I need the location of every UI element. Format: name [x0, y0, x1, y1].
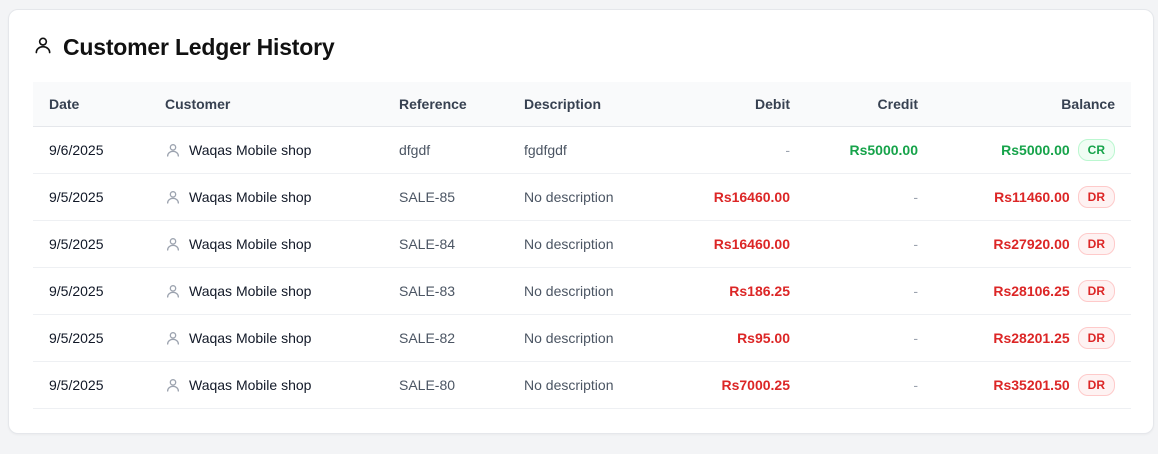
balance-type-badge: DR [1077, 233, 1115, 255]
cell-customer: Waqas Mobile shop [149, 189, 383, 205]
cell-balance: Rs5000.00 CR [934, 139, 1131, 161]
cell-reference: SALE-84 [399, 236, 456, 252]
customer-name: Waqas Mobile shop [189, 283, 312, 299]
customer-name: Waqas Mobile shop [189, 142, 312, 158]
column-header-balance[interactable]: Balance [934, 96, 1131, 112]
table-body: 9/6/2025 Waqas Mobile shop dfgdf fgdfgdf - Rs… [33, 127, 1131, 409]
cell-customer: Waqas Mobile shop [149, 377, 383, 393]
cell-debit: Rs16460.00 [713, 189, 790, 205]
cell-debit: Rs186.25 [729, 283, 790, 299]
table-header: Date Customer Reference Description Debi… [33, 82, 1131, 127]
column-header-debit[interactable]: Debit [658, 96, 806, 112]
balance-amount: Rs28106.25 [993, 283, 1070, 299]
balance-type-badge: DR [1077, 186, 1115, 208]
cell-credit: - [913, 330, 918, 346]
column-header-credit[interactable]: Credit [806, 96, 934, 112]
table-row[interactable]: 9/6/2025 Waqas Mobile shop dfgdf fgdfgdf - Rs… [33, 127, 1131, 174]
cell-debit: - [785, 142, 790, 158]
user-icon [165, 377, 181, 393]
user-icon [165, 189, 181, 205]
user-icon [165, 283, 181, 299]
cell-date: 9/5/2025 [49, 377, 104, 393]
table-row[interactable]: 9/5/2025 Waqas Mobile shop SALE-85 No descr… [33, 174, 1131, 221]
cell-balance: Rs11460.00 DR [934, 186, 1131, 208]
user-icon [165, 236, 181, 252]
balance-amount: Rs27920.00 [993, 236, 1070, 252]
table-row[interactable]: 9/5/2025 Waqas Mobile shop SALE-82 No descr… [33, 315, 1131, 362]
cell-description: fgdfgdf [524, 142, 567, 158]
column-header-date[interactable]: Date [33, 96, 149, 112]
table-row[interactable]: 9/5/2025 Waqas Mobile shop SALE-83 No descr… [33, 268, 1131, 315]
table-row[interactable]: 9/5/2025 Waqas Mobile shop SALE-84 No descr… [33, 221, 1131, 268]
page-header: Customer Ledger History [33, 34, 335, 61]
cell-date: 9/5/2025 [49, 330, 104, 346]
ledger-table: Date Customer Reference Description Debi… [33, 82, 1131, 409]
cell-description: No description [524, 189, 614, 205]
cell-reference: SALE-83 [399, 283, 456, 299]
customer-name: Waqas Mobile shop [189, 236, 312, 252]
column-header-description[interactable]: Description [508, 96, 658, 112]
cell-credit: - [913, 377, 918, 393]
cell-date: 9/5/2025 [49, 236, 104, 252]
customer-name: Waqas Mobile shop [189, 377, 312, 393]
column-header-customer[interactable]: Customer [149, 96, 383, 112]
user-icon [33, 35, 53, 60]
cell-customer: Waqas Mobile shop [149, 283, 383, 299]
cell-description: No description [524, 236, 614, 252]
cell-description: No description [524, 377, 614, 393]
balance-type-badge: CR [1077, 139, 1115, 161]
cell-credit: - [913, 189, 918, 205]
cell-debit: Rs7000.25 [721, 377, 790, 393]
customer-name: Waqas Mobile shop [189, 330, 312, 346]
cell-date: 9/5/2025 [49, 189, 104, 205]
balance-amount: Rs35201.50 [993, 377, 1070, 393]
cell-customer: Waqas Mobile shop [149, 236, 383, 252]
ledger-card: Customer Ledger History Date Customer Re… [8, 9, 1154, 434]
cell-debit: Rs95.00 [737, 330, 790, 346]
column-header-reference[interactable]: Reference [383, 96, 508, 112]
cell-balance: Rs28106.25 DR [934, 280, 1131, 302]
cell-balance: Rs35201.50 DR [934, 374, 1131, 396]
cell-description: No description [524, 330, 614, 346]
cell-credit: Rs5000.00 [849, 142, 918, 158]
cell-balance: Rs28201.25 DR [934, 327, 1131, 349]
customer-name: Waqas Mobile shop [189, 189, 312, 205]
user-icon [165, 142, 181, 158]
balance-type-badge: DR [1077, 327, 1115, 349]
cell-credit: - [913, 283, 918, 299]
balance-amount: Rs11460.00 [994, 189, 1070, 205]
cell-reference: SALE-80 [399, 377, 456, 393]
cell-reference: dfgdf [399, 142, 431, 158]
balance-amount: Rs28201.25 [993, 330, 1070, 346]
cell-debit: Rs16460.00 [713, 236, 790, 252]
cell-description: No description [524, 283, 614, 299]
cell-date: 9/6/2025 [49, 142, 104, 158]
cell-customer: Waqas Mobile shop [149, 142, 383, 158]
user-icon [165, 330, 181, 346]
balance-type-badge: DR [1077, 280, 1115, 302]
balance-amount: Rs5000.00 [1001, 142, 1070, 158]
cell-balance: Rs27920.00 DR [934, 233, 1131, 255]
cell-reference: SALE-82 [399, 330, 456, 346]
table-row[interactable]: 9/5/2025 Waqas Mobile shop SALE-80 No descr… [33, 362, 1131, 409]
page-title: Customer Ledger History [63, 34, 335, 60]
cell-date: 9/5/2025 [49, 283, 104, 299]
cell-customer: Waqas Mobile shop [149, 330, 383, 346]
balance-type-badge: DR [1077, 374, 1115, 396]
cell-reference: SALE-85 [399, 189, 456, 205]
cell-credit: - [913, 236, 918, 252]
